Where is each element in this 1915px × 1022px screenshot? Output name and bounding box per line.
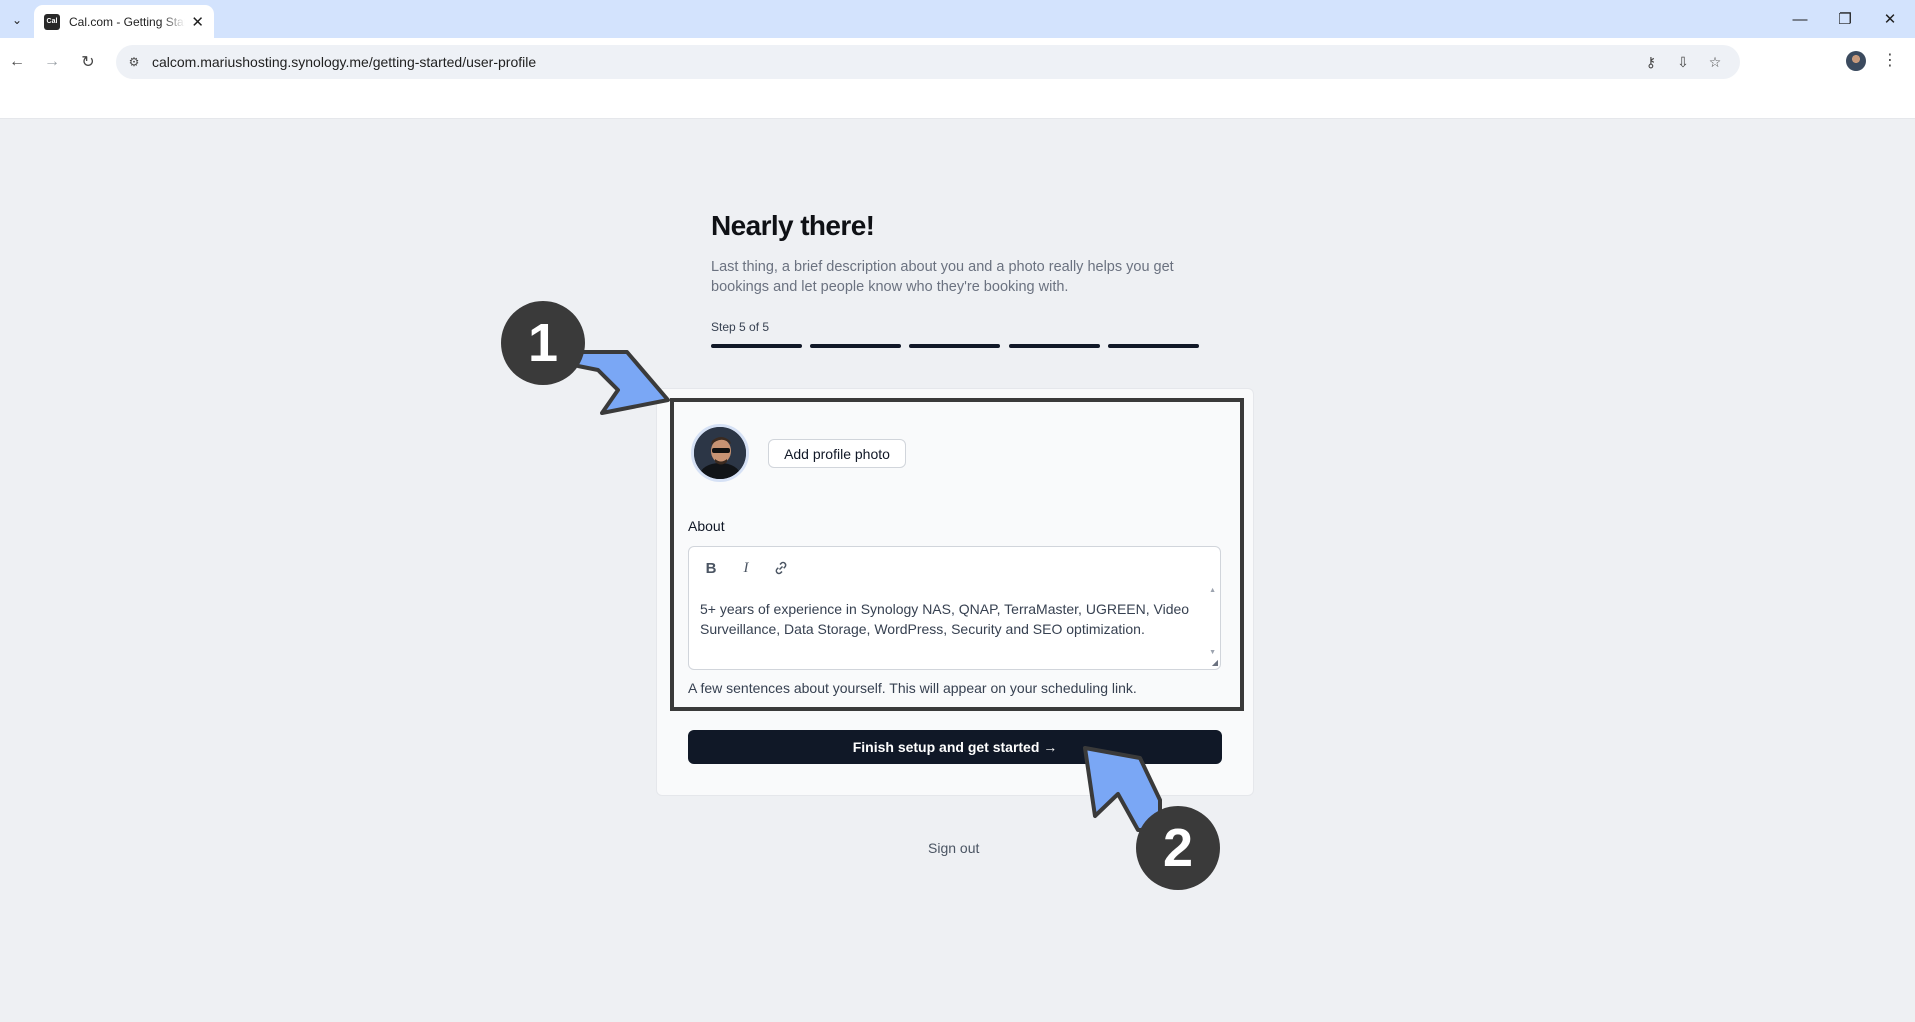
annotation-badge-1: 1 [501,301,585,385]
annotation-arrows [563,350,1162,832]
annotation-badge-2: 2 [1136,806,1220,890]
